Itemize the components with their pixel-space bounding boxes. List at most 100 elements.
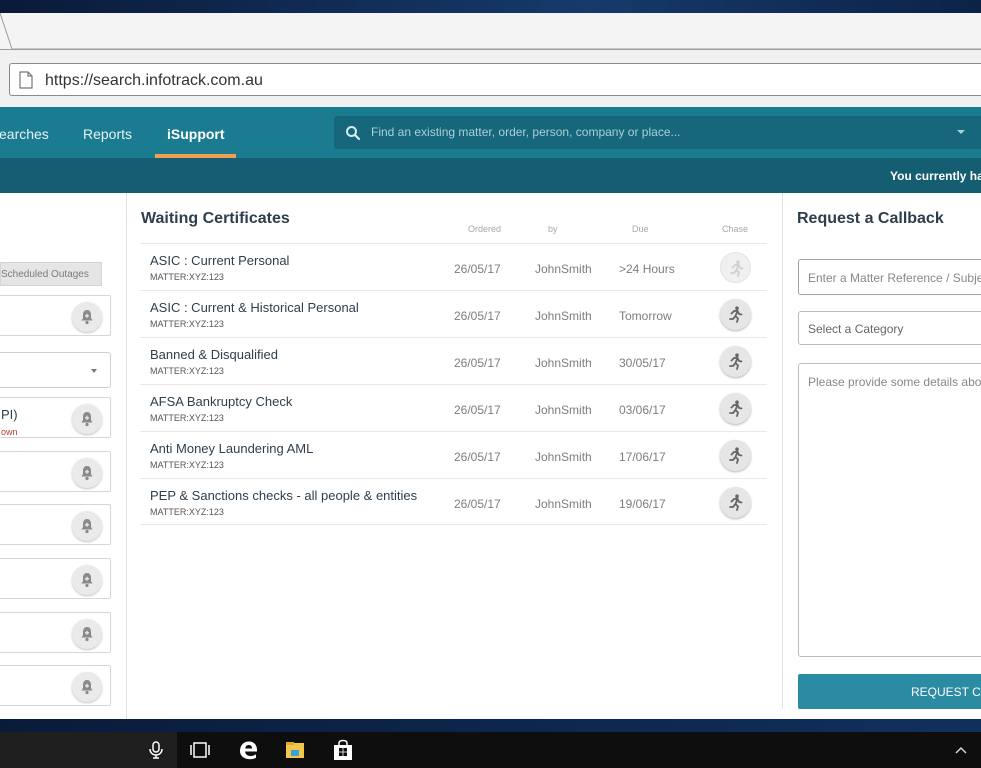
field-placeholder: Enter a Matter Reference / Subjec	[808, 271, 981, 285]
matter-reference: MATTER:XYZ:123	[150, 507, 224, 517]
outage-card	[0, 451, 111, 492]
matter-reference-field[interactable]: Enter a Matter Reference / Subjec	[798, 259, 981, 295]
field-placeholder: Please provide some details abou	[808, 375, 981, 389]
chase-button[interactable]	[720, 487, 751, 518]
matter-reference: MATTER:XYZ:123	[150, 272, 224, 282]
outage-card: PI) own	[0, 397, 111, 438]
request-callback-button[interactable]: REQUEST CA	[798, 674, 981, 709]
desktop-background-bottom	[0, 719, 981, 732]
outage-card	[0, 612, 111, 653]
nav-item-searches[interactable]: earches	[0, 126, 49, 142]
edge-browser-icon[interactable]	[237, 739, 259, 761]
notify-bell-button[interactable]	[72, 458, 102, 488]
table-row[interactable]: ASIC : Current & Historical Personal MAT…	[140, 290, 767, 337]
due-date: 03/06/17	[619, 403, 666, 417]
bell-plus-icon	[81, 680, 93, 695]
details-textarea[interactable]: Please provide some details abou	[798, 363, 981, 657]
certificate-name: ASIC : Current Personal	[150, 253, 290, 268]
top-navigation: earches Reports iSupport Find an existin…	[0, 107, 981, 158]
browser-chrome: https://search.infotrack.com.au	[0, 13, 981, 107]
outage-title: PI)	[1, 407, 18, 422]
bell-plus-icon	[81, 412, 93, 427]
matter-reference: MATTER:XYZ:123	[150, 319, 224, 329]
table-row[interactable]: AFSA Bankruptcy Check MATTER:XYZ:123 26/…	[140, 384, 767, 431]
outage-card	[0, 295, 111, 336]
chase-button[interactable]	[720, 393, 751, 424]
outages-panel: Scheduled Outages PI) own	[0, 193, 127, 719]
nav-item-isupport[interactable]: iSupport	[167, 126, 225, 142]
chevron-up-icon[interactable]	[950, 739, 972, 761]
panel-title: Request a Callback	[797, 210, 944, 227]
chase-button[interactable]	[720, 299, 751, 330]
url-text: https://search.infotrack.com.au	[45, 72, 263, 89]
notify-bell-button[interactable]	[72, 619, 102, 649]
ordered-date: 26/05/17	[454, 262, 501, 276]
bell-plus-icon	[81, 627, 93, 642]
field-placeholder: Select a Category	[808, 322, 904, 336]
ordered-by: JohnSmith	[535, 309, 592, 323]
microphone-icon[interactable]	[145, 739, 167, 761]
column-header-ordered: Ordered	[468, 224, 502, 234]
chase-button[interactable]	[720, 440, 751, 471]
search-input[interactable]: Find an existing matter, order, person, …	[371, 125, 681, 139]
table-row[interactable]: Anti Money Laundering AML MATTER:XYZ:123…	[140, 431, 767, 478]
search-icon	[346, 126, 361, 141]
address-bar[interactable]: https://search.infotrack.com.au	[9, 63, 981, 96]
page-icon	[19, 71, 33, 89]
browser-tab[interactable]	[0, 13, 981, 50]
ordered-by: JohnSmith	[535, 450, 592, 464]
button-label: REQUEST CA	[911, 685, 981, 699]
callback-panel: Request a Callback Enter a Matter Refere…	[783, 193, 981, 719]
running-person-icon	[730, 260, 744, 277]
table-row[interactable]: Banned & Disqualified MATTER:XYZ:123 26/…	[140, 337, 767, 384]
category-select[interactable]: Select a Category	[798, 311, 981, 345]
outage-card	[0, 558, 111, 599]
filter-dropdown[interactable]	[0, 352, 111, 388]
tab-scheduled-outages[interactable]: Scheduled Outages	[0, 262, 102, 286]
notify-bell-button[interactable]	[72, 302, 102, 332]
due-date: 30/05/17	[619, 356, 666, 370]
outage-card	[0, 504, 111, 545]
due-date: 17/06/17	[619, 450, 666, 464]
store-icon[interactable]	[332, 739, 354, 761]
ordered-date: 26/05/17	[454, 309, 501, 323]
ordered-date: 26/05/17	[454, 403, 501, 417]
bell-plus-icon	[81, 466, 93, 481]
table-row[interactable]: ASIC : Current Personal MATTER:XYZ:123 2…	[140, 243, 767, 290]
bell-plus-icon	[81, 519, 93, 534]
taskbar	[0, 732, 981, 768]
waiting-certificates-panel: Waiting Certificates Ordered by Due Chas…	[127, 193, 783, 709]
chase-button[interactable]	[720, 252, 751, 283]
certificate-name: ASIC : Current & Historical Personal	[150, 300, 359, 315]
global-search[interactable]: Find an existing matter, order, person, …	[334, 116, 981, 149]
notice-text: You currently hav	[890, 169, 981, 183]
chevron-down-icon[interactable]	[957, 130, 965, 134]
tab-label: Scheduled Outages	[1, 269, 89, 280]
bell-plus-icon	[81, 310, 93, 325]
matter-reference: MATTER:XYZ:123	[150, 413, 224, 423]
file-explorer-icon[interactable]	[284, 739, 306, 761]
matter-reference: MATTER:XYZ:123	[150, 366, 224, 376]
notify-bell-button[interactable]	[72, 404, 102, 434]
outage-status: own	[1, 427, 18, 437]
column-header-by: by	[548, 224, 558, 234]
notify-bell-button[interactable]	[72, 511, 102, 541]
due-date: 19/06/17	[619, 497, 666, 511]
table-row[interactable]: PEP & Sanctions checks - all people & en…	[140, 478, 767, 525]
running-person-icon	[729, 494, 743, 511]
ordered-by: JohnSmith	[535, 403, 592, 417]
chase-button[interactable]	[720, 346, 751, 377]
notify-bell-button[interactable]	[72, 672, 102, 702]
bell-plus-icon	[81, 573, 93, 588]
desktop-background-top	[0, 0, 981, 13]
outage-card	[0, 665, 111, 706]
running-person-icon	[729, 353, 743, 370]
column-header-due: Due	[632, 224, 649, 234]
ordered-by: JohnSmith	[535, 356, 592, 370]
task-view-icon[interactable]	[189, 739, 211, 761]
nav-item-reports[interactable]: Reports	[83, 126, 132, 142]
certificate-name: AFSA Bankruptcy Check	[150, 394, 293, 409]
running-person-icon	[729, 306, 743, 323]
main-content: Scheduled Outages PI) own Waiting Certif…	[0, 193, 981, 719]
notify-bell-button[interactable]	[72, 565, 102, 595]
